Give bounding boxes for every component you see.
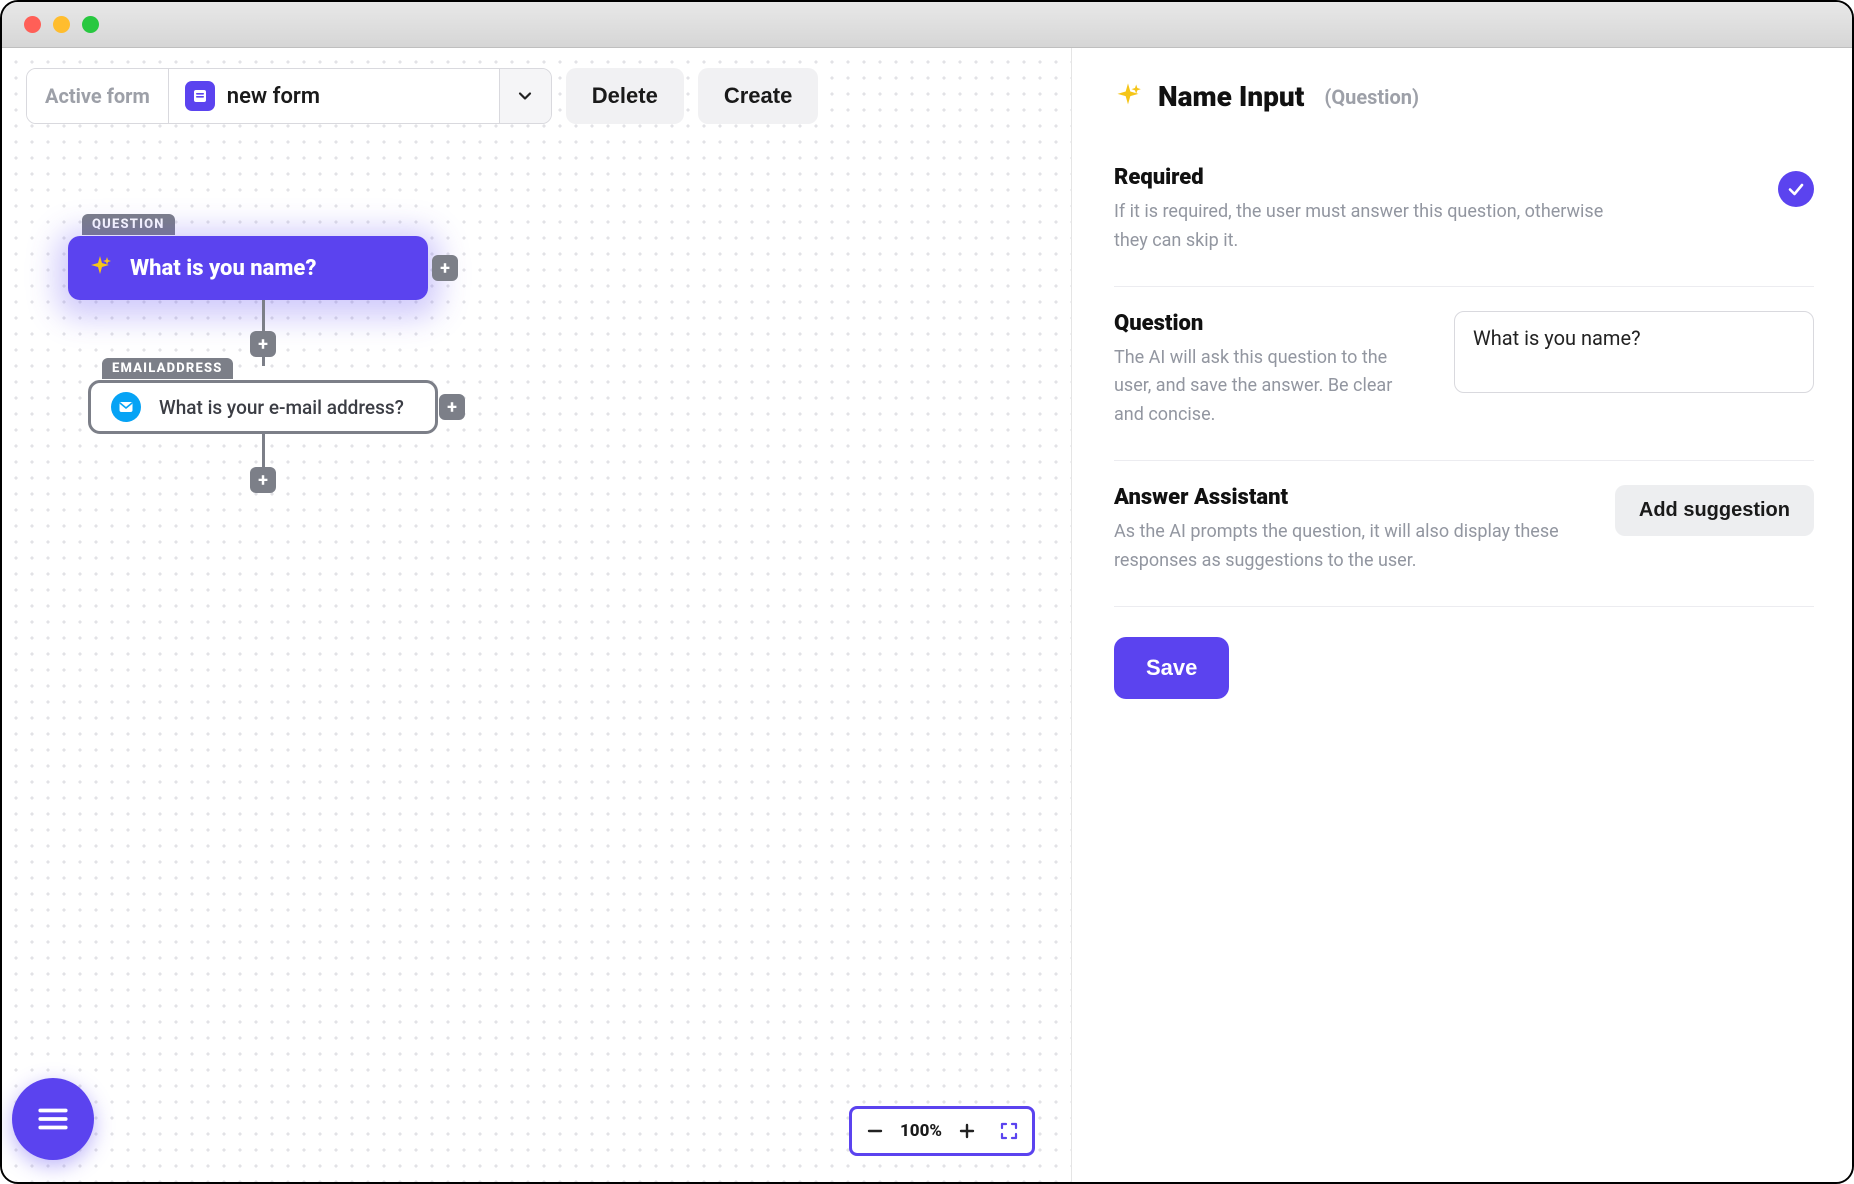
check-icon: [1786, 179, 1806, 199]
node-card[interactable]: What is your e-mail address? +: [88, 380, 438, 434]
node-add-right[interactable]: +: [439, 394, 465, 420]
zoom-fit-button[interactable]: [998, 1121, 1020, 1141]
question-description: The AI will ask this question to the use…: [1114, 344, 1426, 430]
active-form-select[interactable]: Active form new form: [26, 68, 552, 124]
panel-title: Name Input: [1158, 80, 1304, 113]
app-window: Active form new form Delete Create: [0, 0, 1854, 1184]
add-node-between[interactable]: +: [250, 331, 276, 357]
canvas-pane[interactable]: Active form new form Delete Create: [2, 48, 1072, 1182]
required-heading: Required: [1114, 165, 1750, 190]
expand-icon: [999, 1121, 1019, 1141]
window-close-button[interactable]: [24, 16, 41, 33]
active-form-label: Active form: [27, 69, 169, 123]
form-icon: [185, 81, 215, 111]
node-emailaddress[interactable]: EMAILADDRESS What is your e-mail address…: [88, 380, 438, 434]
chevron-down-icon: [517, 88, 533, 104]
canvas-toolbar: Active form new form Delete Create: [26, 68, 818, 124]
menu-fab[interactable]: [12, 1078, 94, 1160]
delete-button[interactable]: Delete: [566, 68, 684, 124]
email-icon: [111, 392, 141, 422]
zoom-controls: 100%: [849, 1106, 1035, 1156]
menu-icon: [36, 1102, 70, 1136]
zoom-level: 100%: [900, 1121, 942, 1141]
add-suggestion-button[interactable]: Add suggestion: [1615, 485, 1814, 536]
required-description: If it is required, the user must answer …: [1114, 198, 1634, 256]
zoom-out-button[interactable]: [864, 1122, 886, 1140]
section-question: Question The AI will ask this question t…: [1114, 287, 1814, 461]
create-button[interactable]: Create: [698, 68, 818, 124]
node-question[interactable]: QUESTION What is you name? +: [68, 236, 428, 300]
sparkle-icon: [88, 254, 112, 282]
add-node-end[interactable]: +: [250, 467, 276, 493]
section-answer-assistant: Answer Assistant As the AI prompts the q…: [1114, 461, 1814, 607]
window-minimize-button[interactable]: [53, 16, 70, 33]
window-titlebar: [2, 2, 1852, 48]
active-form-name: new form: [227, 84, 320, 109]
plus-icon: +: [250, 467, 276, 493]
properties-panel: Name Input (Question) Required If it is …: [1072, 48, 1852, 1182]
content-area: Active form new form Delete Create: [2, 48, 1852, 1182]
section-required: Required If it is required, the user mus…: [1114, 165, 1814, 287]
node-text: What is your e-mail address?: [159, 396, 404, 419]
active-form-value: new form: [169, 69, 499, 123]
zoom-in-button[interactable]: [956, 1122, 978, 1140]
minus-icon: [866, 1122, 884, 1140]
node-add-right[interactable]: +: [432, 255, 458, 281]
sparkle-icon: [1114, 81, 1142, 113]
node-card[interactable]: What is you name? +: [68, 236, 428, 300]
active-form-chevron[interactable]: [499, 69, 551, 123]
panel-subtitle: (Question): [1324, 85, 1419, 109]
question-input[interactable]: [1454, 311, 1814, 393]
plus-icon: [958, 1122, 976, 1140]
node-text: What is you name?: [130, 256, 316, 281]
save-button[interactable]: Save: [1114, 637, 1229, 699]
window-zoom-button[interactable]: [82, 16, 99, 33]
answer-assistant-heading: Answer Assistant: [1114, 485, 1587, 510]
plus-icon: +: [250, 331, 276, 357]
panel-header: Name Input (Question): [1114, 80, 1814, 113]
node-tag: EMAILADDRESS: [102, 358, 233, 379]
answer-assistant-description: As the AI prompts the question, it will …: [1114, 518, 1587, 576]
node-tag: QUESTION: [82, 214, 175, 235]
question-heading: Question: [1114, 311, 1426, 336]
required-toggle[interactable]: [1778, 171, 1814, 207]
